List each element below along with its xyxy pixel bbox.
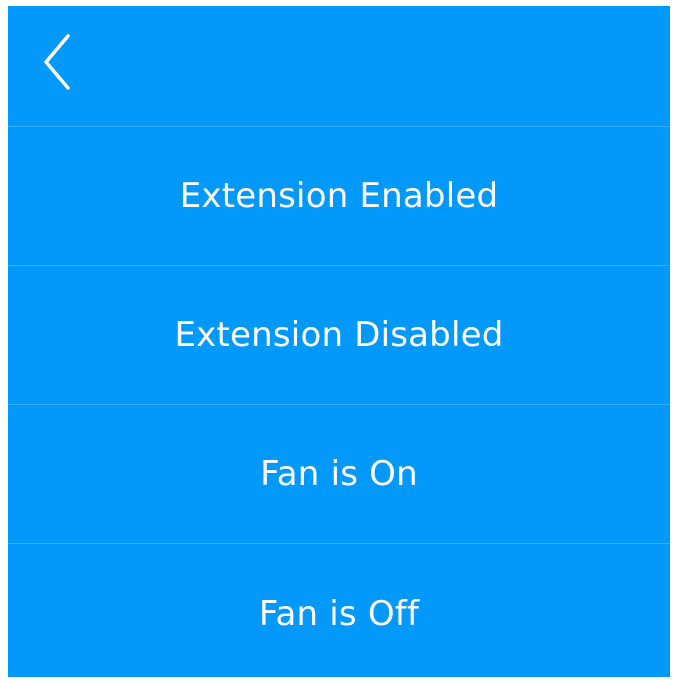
menu-item-label: Extension Enabled xyxy=(179,176,499,216)
menu-item-fan-on[interactable]: Fan is On xyxy=(8,405,670,544)
chevron-left-icon xyxy=(44,34,70,90)
menu-item-label: Extension Disabled xyxy=(174,315,504,355)
header-bar xyxy=(8,6,670,127)
option-menu: Extension Enabled Extension Disabled Fan… xyxy=(8,127,670,683)
menu-item-label: Fan is On xyxy=(260,454,418,494)
menu-item-extension-enabled[interactable]: Extension Enabled xyxy=(8,127,670,266)
menu-item-label: Fan is Off xyxy=(258,593,420,634)
app-screen: Extension Enabled Extension Disabled Fan… xyxy=(8,6,670,677)
back-button[interactable] xyxy=(38,32,78,92)
menu-item-fan-off[interactable]: Fan is Off xyxy=(8,544,670,683)
menu-item-extension-disabled[interactable]: Extension Disabled xyxy=(8,266,670,405)
